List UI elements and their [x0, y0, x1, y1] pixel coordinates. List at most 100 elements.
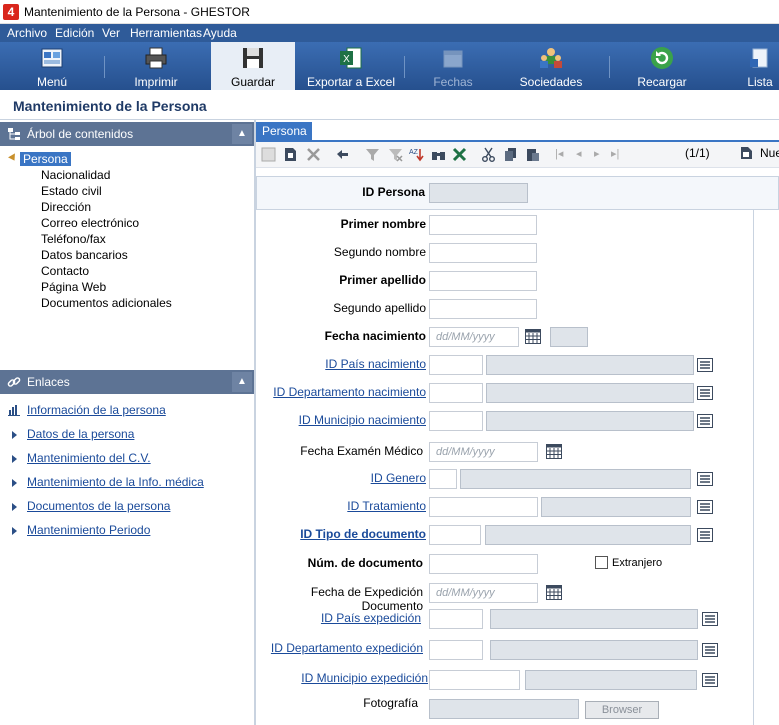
link-datos-persona[interactable]: Datos de la persona	[27, 427, 134, 441]
tree-item-documentos-adicionales[interactable]: Documentos adicionales	[41, 296, 172, 310]
collapse-links-button[interactable]: ▲	[232, 372, 252, 392]
menu-herramientas[interactable]: Herramientas	[130, 26, 202, 40]
list-view-icon[interactable]	[261, 147, 276, 162]
id-pais-expedicion-label[interactable]: ID País expedición	[300, 611, 421, 625]
id-pais-nacimiento-label[interactable]: ID País nacimiento	[300, 357, 426, 371]
new-record-icon[interactable]	[283, 147, 298, 162]
menu-archivo[interactable]: Archivo	[7, 26, 47, 40]
list-lookup-icon[interactable]	[702, 673, 718, 687]
id-departamento-expedicion-label[interactable]: ID Departamento expedición	[270, 641, 423, 655]
tipo-documento-desc	[485, 525, 691, 545]
extranjero-label: Extranjero	[612, 557, 663, 569]
list-lookup-icon[interactable]	[697, 500, 713, 514]
prev-record-icon[interactable]: ◂	[576, 147, 582, 160]
link-mantenimiento-cv[interactable]: Mantenimiento del C.V.	[27, 451, 151, 465]
tree-item-nacionalidad[interactable]: Nacionalidad	[41, 168, 110, 182]
sociedades-button[interactable]: Sociedades	[513, 42, 589, 90]
paste-icon[interactable]	[525, 147, 540, 162]
departamento-nacimiento-desc	[486, 383, 694, 403]
new-document-icon[interactable]	[740, 146, 753, 160]
copy-icon[interactable]	[503, 147, 518, 162]
toolbar-separator	[404, 56, 405, 78]
filter-icon[interactable]	[365, 147, 380, 162]
list-lookup-icon[interactable]	[697, 414, 713, 428]
nuevo-button-label[interactable]: Nue	[760, 146, 779, 160]
cut-icon[interactable]	[481, 147, 496, 162]
id-municipio-expedicion-input[interactable]	[429, 670, 520, 690]
num-documento-input[interactable]	[429, 554, 538, 574]
id-departamento-nacimiento-label[interactable]: ID Departamento nacimiento	[270, 385, 426, 399]
extranjero-checkbox[interactable]	[595, 556, 608, 569]
list-lookup-icon[interactable]	[697, 472, 713, 486]
list-lookup-icon[interactable]	[697, 358, 713, 372]
delete-icon[interactable]	[306, 147, 321, 162]
fecha-nacimiento-input[interactable]: dd/MM/yyyy	[429, 327, 519, 347]
tree-item-correo[interactable]: Correo electrónico	[41, 216, 139, 230]
toolbar-separator	[609, 56, 610, 78]
list-lookup-icon[interactable]	[702, 612, 718, 626]
calendar-icon[interactable]	[546, 585, 562, 600]
imprimir-button[interactable]: Imprimir	[118, 42, 194, 90]
id-genero-input[interactable]	[429, 469, 457, 489]
primer-apellido-input[interactable]	[429, 271, 537, 291]
list-lookup-icon[interactable]	[697, 528, 713, 542]
id-genero-label[interactable]: ID Genero	[330, 471, 426, 485]
segundo-apellido-input[interactable]	[429, 299, 537, 319]
link-icon	[7, 377, 21, 387]
tree-item-direccion[interactable]: Dirección	[41, 200, 91, 214]
calendar-icon[interactable]	[546, 444, 562, 459]
segundo-nombre-input[interactable]	[429, 243, 537, 263]
municipio-nacimiento-desc	[486, 411, 694, 431]
next-record-icon[interactable]: ▸	[594, 147, 600, 160]
excel-export-icon[interactable]	[452, 147, 467, 162]
id-tratamiento-label[interactable]: ID Tratamiento	[320, 499, 426, 513]
link-informacion-persona[interactable]: Información de la persona	[27, 403, 166, 417]
primer-nombre-input[interactable]	[429, 215, 537, 235]
menu-button[interactable]: Menú	[14, 42, 90, 90]
list-lookup-icon[interactable]	[697, 386, 713, 400]
menu-icon	[41, 48, 63, 68]
fecha-examen-input[interactable]: dd/MM/yyyy	[429, 442, 538, 462]
browser-button[interactable]: Browser	[585, 701, 659, 719]
tree-item-telefono[interactable]: Teléfono/fax	[41, 232, 106, 246]
tree-item-pagina-web[interactable]: Página Web	[41, 280, 106, 294]
id-departamento-expedicion-input[interactable]	[429, 640, 483, 660]
lista-button[interactable]: Lista	[735, 42, 779, 90]
link-info-medica[interactable]: Mantenimiento de la Info. médica	[27, 475, 204, 489]
menu-ver[interactable]: Ver	[102, 26, 120, 40]
tree-item-contacto[interactable]: Contacto	[41, 264, 89, 278]
sort-icon[interactable]: AZ	[409, 147, 424, 162]
id-tipo-documento-label[interactable]: ID Tipo de documento	[280, 527, 426, 541]
last-record-icon[interactable]: ▸|	[611, 147, 619, 160]
id-municipio-nacimiento-label[interactable]: ID Municipio nacimiento	[280, 413, 426, 427]
clear-filter-icon[interactable]	[388, 147, 403, 162]
binoculars-icon[interactable]	[431, 147, 446, 162]
tree-item-estado-civil[interactable]: Estado civil	[41, 184, 102, 198]
menu-edicion[interactable]: Edición	[55, 26, 94, 40]
id-tipo-documento-input[interactable]	[429, 525, 481, 545]
id-pais-expedicion-input[interactable]	[429, 609, 483, 629]
link-documentos-persona[interactable]: Documentos de la persona	[27, 499, 170, 513]
calendar-icon[interactable]	[525, 329, 541, 344]
undo-icon[interactable]	[335, 147, 350, 162]
tree-item-datos-bancarios[interactable]: Datos bancarios	[41, 248, 128, 262]
id-departamento-nacimiento-input[interactable]	[429, 383, 483, 403]
recargar-button[interactable]: Recargar	[624, 42, 700, 90]
id-tratamiento-input[interactable]	[429, 497, 538, 517]
tree-item-persona[interactable]: Persona	[20, 152, 71, 166]
guardar-button[interactable]: Guardar	[211, 42, 295, 90]
collapse-tree-button[interactable]: ▲	[232, 124, 252, 144]
id-pais-nacimiento-input[interactable]	[429, 355, 483, 375]
tree-expand-icon[interactable]	[8, 153, 18, 163]
fecha-expedicion-input[interactable]: dd/MM/yyyy	[429, 583, 538, 603]
exportar-excel-button[interactable]: X Exportar a Excel	[305, 42, 397, 90]
menu-ayuda[interactable]: Ayuda	[203, 26, 237, 40]
id-municipio-expedicion-label[interactable]: ID Municipio expedición	[290, 671, 428, 685]
tree-panel-header: Árbol de contenidos ▲	[0, 122, 254, 146]
first-record-icon[interactable]: |◂	[555, 147, 563, 160]
link-mantenimiento-periodo[interactable]: Mantenimiento Periodo	[27, 523, 150, 537]
tab-persona[interactable]: Persona	[256, 122, 312, 141]
fechas-button[interactable]: Fechas	[417, 42, 489, 90]
id-municipio-nacimiento-input[interactable]	[429, 411, 483, 431]
list-lookup-icon[interactable]	[702, 643, 718, 657]
